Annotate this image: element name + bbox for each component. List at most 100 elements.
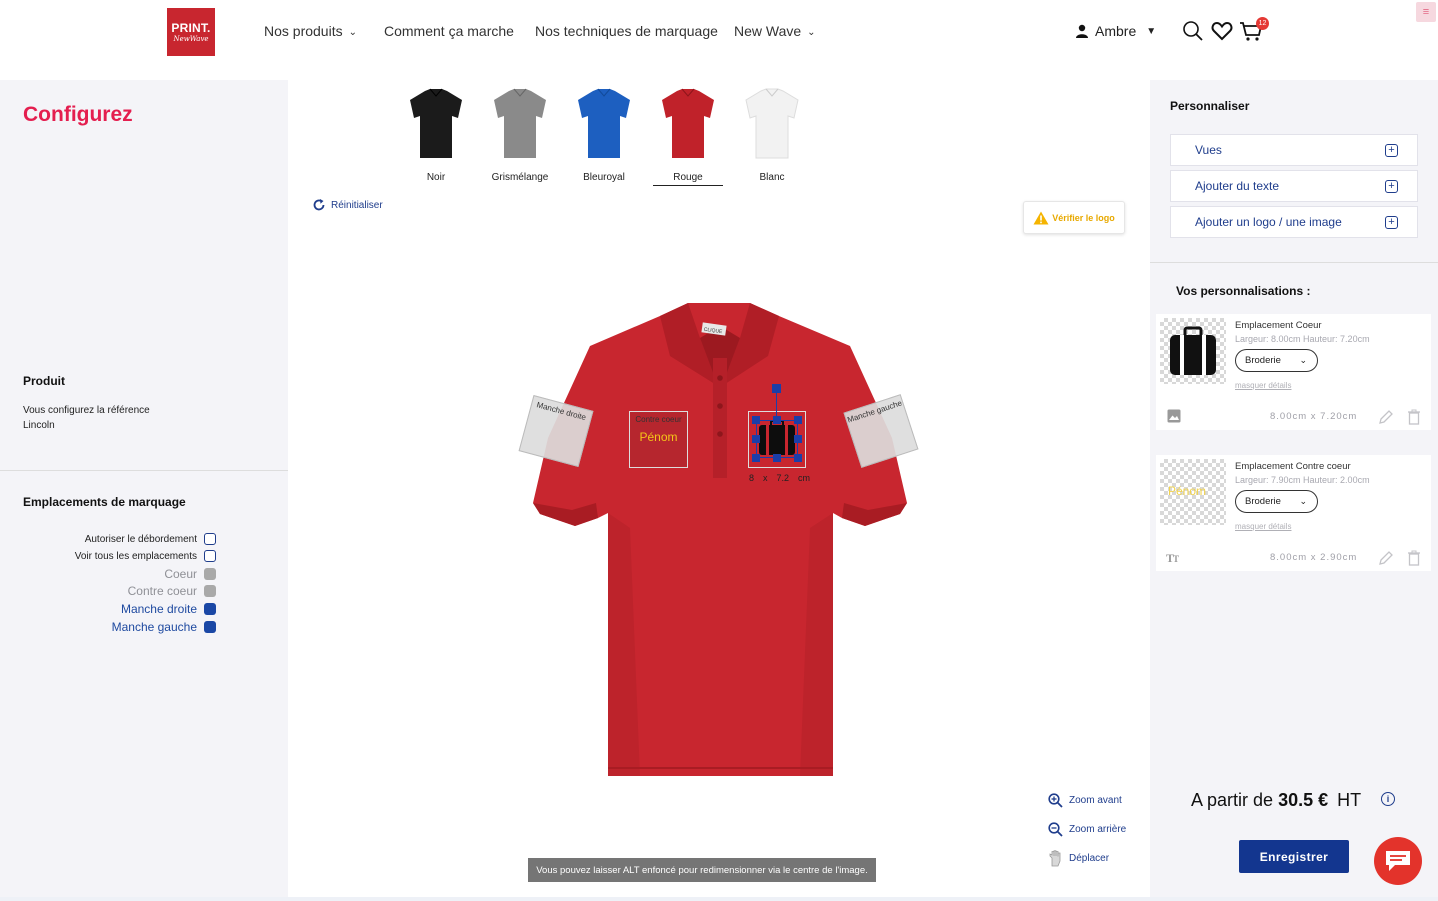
selection-box[interactable]	[756, 420, 798, 458]
color-swatch-noir[interactable]: Noir	[401, 88, 471, 183]
color-swatch-blanc[interactable]: Blanc	[737, 88, 807, 183]
location-label: Manche droite	[120, 602, 197, 616]
plus-icon: +	[1385, 179, 1398, 193]
resize-handle[interactable]	[752, 416, 760, 424]
location-indicator[interactable]	[204, 603, 216, 615]
technique-select[interactable]: Broderie ⌄	[1235, 490, 1318, 513]
technique-select[interactable]: Broderie ⌄	[1235, 349, 1318, 372]
color-label: Bleuroyal	[583, 172, 625, 183]
resize-handle[interactable]	[794, 416, 802, 424]
select-value: Broderie	[1245, 355, 1281, 366]
hide-details-link[interactable]: masquer détails	[1235, 522, 1291, 531]
location-indicator[interactable]	[204, 585, 216, 597]
accordion-vues[interactable]: Vues +	[1170, 134, 1418, 166]
polo-thumbnail	[578, 88, 630, 158]
location-label: Coeur	[164, 567, 197, 581]
chevron-down-icon: ⌄	[1299, 355, 1307, 365]
card-size: 8.00cm x 2.90cm	[1270, 552, 1358, 563]
nav-new-wave[interactable]: New Wave ⌄	[734, 23, 816, 39]
plus-icon: +	[1385, 215, 1398, 229]
location-indicator[interactable]	[204, 568, 216, 580]
nav-label: Comment ça marche	[384, 23, 514, 39]
resize-handle[interactable]	[794, 435, 802, 443]
logo-text: PRINT.	[171, 21, 211, 35]
heart-icon[interactable]	[1211, 20, 1233, 42]
option-label: Autoriser le débordement	[84, 533, 197, 545]
product-reference: Lincoln	[23, 420, 55, 431]
resize-hint-tooltip: Vous pouvez laisser ALT enfoncé pour red…	[528, 858, 876, 882]
color-swatch-grismelange[interactable]: Grismélange	[485, 88, 555, 183]
resize-handle[interactable]	[773, 416, 781, 424]
option-autoriser-debordement[interactable]: Autoriser le débordement	[0, 531, 216, 547]
hide-details-link[interactable]: masquer détails	[1235, 381, 1291, 390]
accordion-ajouter-logo[interactable]: Ajouter un logo / une image +	[1170, 206, 1418, 238]
suitcase-icon	[1170, 326, 1216, 375]
nav-label: Nos techniques de marquage	[535, 23, 718, 39]
product-description: Vous configurez la référence Lincoln	[23, 403, 223, 433]
verify-logo-button[interactable]: Vérifier le logo	[1023, 201, 1125, 234]
location-coeur[interactable]: Coeur	[0, 566, 216, 582]
resize-handle[interactable]	[752, 435, 760, 443]
personnaliser-title: Personnaliser	[1170, 99, 1250, 113]
save-button[interactable]: Enregistrer	[1239, 840, 1349, 873]
color-swatch-bleuroyal[interactable]: Bleuroyal	[569, 88, 639, 183]
location-manche-gauche[interactable]: Manche gauche	[0, 619, 216, 635]
search-icon[interactable]	[1182, 20, 1204, 42]
refresh-icon	[313, 199, 325, 211]
image-icon	[1167, 409, 1181, 423]
checkbox[interactable]	[204, 533, 216, 545]
chevron-down-icon: ⌄	[1299, 496, 1307, 506]
chat-button[interactable]	[1374, 837, 1422, 885]
nav-nos-produits[interactable]: Nos produits ⌄	[264, 23, 357, 39]
info-icon[interactable]: i	[1381, 792, 1395, 806]
accordion-label: Ajouter un logo / une image	[1195, 215, 1342, 229]
nav-comment-ca-marche[interactable]: Comment ça marche	[384, 23, 514, 39]
checkbox[interactable]	[204, 550, 216, 562]
location-manche-droite[interactable]: Manche droite	[0, 601, 216, 617]
zoom-out-icon	[1048, 822, 1063, 837]
svg-text:T: T	[1173, 554, 1179, 564]
resize-handle[interactable]	[752, 454, 760, 462]
color-label: Rouge	[653, 172, 723, 186]
reset-label: Réinitialiser	[331, 199, 383, 211]
brand-logo[interactable]: PRINT. NewWave	[167, 8, 215, 56]
option-voir-tous[interactable]: Voir tous les emplacements	[0, 548, 216, 564]
location-contre-coeur[interactable]: Contre coeur	[0, 583, 216, 599]
option-label: Voir tous les emplacements	[74, 550, 197, 562]
user-menu[interactable]: Ambre ▼	[1075, 23, 1156, 39]
zoom-in-label: Zoom avant	[1069, 795, 1122, 806]
select-value: Broderie	[1245, 496, 1281, 507]
trash-icon[interactable]	[1407, 550, 1421, 566]
location-label: Manche gauche	[111, 620, 197, 634]
reset-button[interactable]: Réinitialiser	[312, 198, 383, 212]
nav-label: Nos produits	[264, 23, 343, 39]
accordion-label: Vues	[1195, 143, 1222, 157]
resize-handle[interactable]	[794, 454, 802, 462]
location-indicator[interactable]	[204, 621, 216, 633]
personalization-card-contre-coeur: Pénom Emplacement Contre coeur Largeur: …	[1156, 455, 1431, 571]
divider	[0, 470, 288, 471]
resize-handle[interactable]	[773, 454, 781, 462]
card-dimensions: Largeur: 8.00cm Hauteur: 7.20cm	[1235, 334, 1370, 344]
verify-label: Vérifier le logo	[1052, 212, 1115, 223]
trash-icon[interactable]	[1407, 409, 1421, 425]
move-button[interactable]: Déplacer	[1048, 850, 1109, 867]
zoom-in-button[interactable]: Zoom avant	[1048, 793, 1122, 808]
caret-down-icon: ▼	[1146, 25, 1157, 37]
price-display: A partir de 30.5 € HT	[1191, 790, 1361, 811]
card-dimensions: Largeur: 7.90cm Hauteur: 2.00cm	[1235, 475, 1370, 485]
zone-contre-coeur[interactable]: Contre coeur Pénom	[629, 411, 688, 468]
nav-techniques[interactable]: Nos techniques de marquage	[535, 23, 718, 39]
plus-icon: +	[1385, 143, 1398, 157]
zoom-out-button[interactable]: Zoom arrière	[1048, 822, 1126, 837]
edit-icon[interactable]	[1378, 409, 1394, 425]
price-value: 30.5 €	[1278, 790, 1329, 810]
page-title: Configurez	[23, 103, 133, 126]
card-thumbnail: Pénom	[1160, 459, 1226, 525]
personalization-card-coeur: Emplacement Coeur Largeur: 8.00cm Hauteu…	[1156, 314, 1431, 430]
color-swatch-rouge[interactable]: Rouge	[653, 88, 723, 186]
accordion-ajouter-texte[interactable]: Ajouter du texte +	[1170, 170, 1418, 202]
menu-icon[interactable]: ≡	[1416, 2, 1436, 22]
edit-icon[interactable]	[1378, 550, 1394, 566]
rotate-handle[interactable]	[772, 384, 781, 393]
